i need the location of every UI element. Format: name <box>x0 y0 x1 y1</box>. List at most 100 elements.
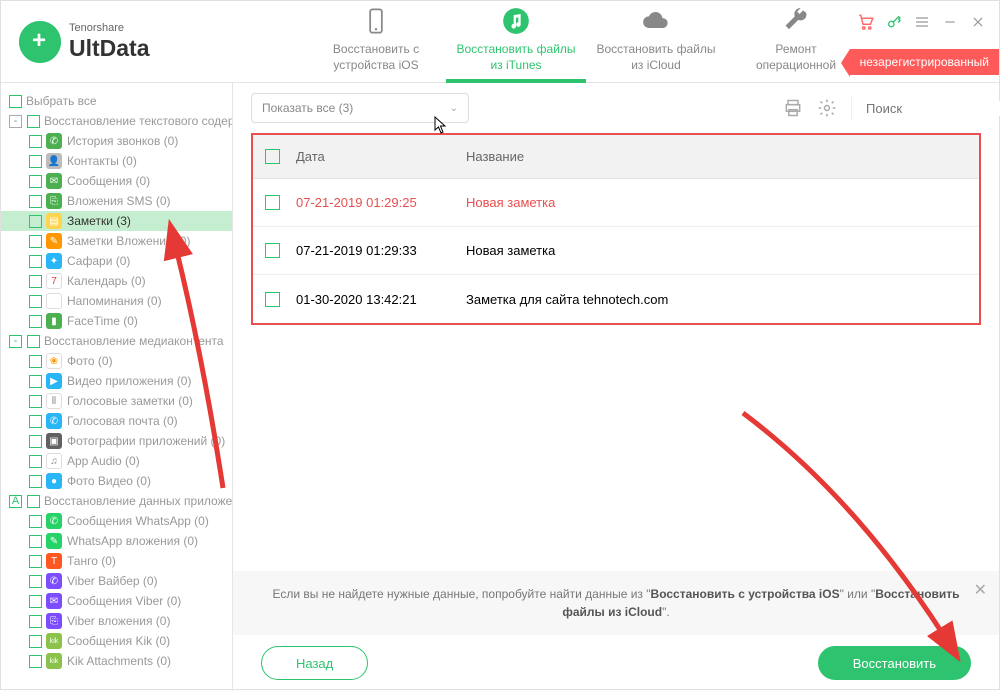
checkbox[interactable] <box>29 135 42 148</box>
sidebar-item[interactable]: ✆Голосовая почта (0) <box>1 411 232 431</box>
sidebar-item[interactable]: ✉Сообщения Viber (0) <box>1 591 232 611</box>
checkbox[interactable] <box>29 215 42 228</box>
sidebar-item[interactable]: ●Фото Видео (0) <box>1 471 232 491</box>
checkbox[interactable] <box>29 455 42 468</box>
category-icon: ❀ <box>46 353 62 369</box>
sidebar-group[interactable]: -Восстановление текстового содержи <box>1 111 232 131</box>
category-icon: ✆ <box>46 513 62 529</box>
sidebar-item[interactable]: kikKik Attachments (0) <box>1 651 232 671</box>
checkbox[interactable] <box>29 395 42 408</box>
checkbox[interactable] <box>29 435 42 448</box>
sidebar-item[interactable]: 7Календарь (0) <box>1 271 232 291</box>
back-button[interactable]: Назад <box>261 646 368 680</box>
header-checkbox[interactable] <box>265 149 280 164</box>
checkbox[interactable] <box>27 335 40 348</box>
checkbox[interactable] <box>29 535 42 548</box>
sidebar-item[interactable]: ✆Viber Вайбер (0) <box>1 571 232 591</box>
table-row[interactable]: 07-21-2019 01:29:33Новая заметка <box>253 227 979 275</box>
sidebar-item[interactable]: ▣Фотографии приложений (0) <box>1 431 232 451</box>
table-row[interactable]: 01-30-2020 13:42:21Заметка для сайта teh… <box>253 275 979 323</box>
key-icon[interactable] <box>885 13 903 31</box>
wrench-icon <box>780 5 812 37</box>
checkbox[interactable] <box>29 175 42 188</box>
row-checkbox[interactable] <box>265 292 280 307</box>
checkbox[interactable] <box>29 295 42 308</box>
notes-table: Дата Название 07-21-2019 01:29:25Новая з… <box>251 133 981 325</box>
checkbox[interactable] <box>27 495 40 508</box>
sidebar-item[interactable]: ⎘Viber вложения (0) <box>1 611 232 631</box>
sidebar-item[interactable]: ✆Сообщения WhatsApp (0) <box>1 511 232 531</box>
sidebar-item[interactable]: ▤Заметки (3) <box>1 211 232 231</box>
row-checkbox[interactable] <box>265 243 280 258</box>
category-icon: ⎘ <box>46 193 62 209</box>
search-box[interactable] <box>851 97 981 120</box>
header: Tenorshare UltData Восстановить с устрой… <box>1 1 999 83</box>
tab-icloud[interactable]: Восстановить файлы из iCloud <box>586 1 726 83</box>
checkbox[interactable] <box>29 555 42 568</box>
col-title: Название <box>466 149 524 164</box>
sidebar-item[interactable]: ✎WhatsApp вложения (0) <box>1 531 232 551</box>
sidebar-item[interactable]: ✉Сообщения (0) <box>1 171 232 191</box>
expand-icon[interactable]: A <box>9 495 22 508</box>
sidebar-group[interactable]: AВосстановление данных приложений <box>1 491 232 511</box>
select-all-row[interactable]: Выбрать все <box>1 91 232 111</box>
sidebar-item[interactable]: ✎Заметки Вложения (0) <box>1 231 232 251</box>
brand-big: UltData <box>69 35 150 61</box>
expand-icon[interactable]: - <box>9 335 22 348</box>
checkbox[interactable] <box>29 515 42 528</box>
checkbox[interactable] <box>29 155 42 168</box>
checkbox[interactable] <box>29 635 42 648</box>
sidebar-item[interactable]: 👤Контакты (0) <box>1 151 232 171</box>
menu-icon[interactable] <box>913 13 931 31</box>
sidebar-item[interactable]: ▮FaceTime (0) <box>1 311 232 331</box>
category-icon: ▤ <box>46 213 62 229</box>
checkbox[interactable] <box>29 315 42 328</box>
tab-ios-device[interactable]: Восстановить с устройства iOS <box>306 1 446 83</box>
expand-icon[interactable]: - <box>9 115 22 128</box>
sidebar-item[interactable]: ⫴Голосовые заметки (0) <box>1 391 232 411</box>
checkbox[interactable] <box>29 615 42 628</box>
checkbox[interactable] <box>29 655 42 668</box>
sidebar-item[interactable]: ✦Сафари (0) <box>1 251 232 271</box>
close-icon[interactable] <box>969 13 987 31</box>
row-checkbox[interactable] <box>265 195 280 210</box>
hint-close-icon[interactable]: ✕ <box>974 579 987 603</box>
footer: Назад Восстановить <box>233 635 999 691</box>
table-row[interactable]: 07-21-2019 01:29:25Новая заметка <box>253 179 979 227</box>
checkbox[interactable] <box>29 275 42 288</box>
checkbox[interactable] <box>29 415 42 428</box>
checkbox[interactable] <box>27 115 40 128</box>
checkbox[interactable] <box>9 95 22 108</box>
category-icon: 👤 <box>46 153 62 169</box>
filter-dropdown[interactable]: Показать все (3) ⌄ <box>251 93 469 123</box>
sidebar-item[interactable]: TТанго (0) <box>1 551 232 571</box>
checkbox[interactable] <box>29 195 42 208</box>
checkbox[interactable] <box>29 475 42 488</box>
tab-itunes[interactable]: Восстановить файлы из iTunes <box>446 1 586 83</box>
unregistered-badge[interactable]: незарегистрированный <box>850 49 999 75</box>
sidebar-item[interactable]: ⦿Напоминания (0) <box>1 291 232 311</box>
sidebar-group[interactable]: -Восстановление медиаконтента <box>1 331 232 351</box>
checkbox[interactable] <box>29 595 42 608</box>
category-icon: ✉ <box>46 593 62 609</box>
checkbox[interactable] <box>29 355 42 368</box>
print-icon[interactable] <box>783 98 803 118</box>
minimize-icon[interactable] <box>941 13 959 31</box>
table-header: Дата Название <box>253 135 979 179</box>
sidebar-item[interactable]: ❀Фото (0) <box>1 351 232 371</box>
category-icon: T <box>46 553 62 569</box>
checkbox[interactable] <box>29 375 42 388</box>
checkbox[interactable] <box>29 575 42 588</box>
sidebar-item[interactable]: ♫App Audio (0) <box>1 451 232 471</box>
sidebar-item[interactable]: ▶Видео приложения (0) <box>1 371 232 391</box>
sidebar[interactable]: Выбрать все -Восстановление текстового с… <box>1 83 233 691</box>
sidebar-item[interactable]: ✆История звонков (0) <box>1 131 232 151</box>
restore-button[interactable]: Восстановить <box>818 646 971 680</box>
search-input[interactable] <box>866 101 1000 116</box>
sidebar-item[interactable]: kikСообщения Kik (0) <box>1 631 232 651</box>
sidebar-item[interactable]: ⎘Вложения SMS (0) <box>1 191 232 211</box>
checkbox[interactable] <box>29 235 42 248</box>
cart-icon[interactable] <box>857 13 875 31</box>
gear-icon[interactable] <box>817 98 837 118</box>
checkbox[interactable] <box>29 255 42 268</box>
